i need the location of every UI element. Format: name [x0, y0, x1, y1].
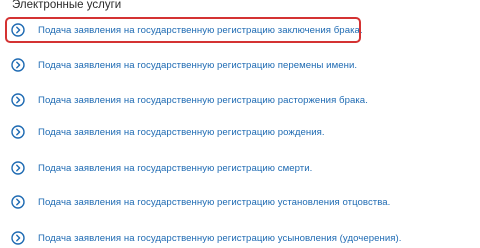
service-link-label[interactable]: Подача заявления на государственную реги… [38, 197, 390, 208]
service-link-label[interactable]: Подача заявления на государственную реги… [38, 60, 357, 71]
electronic-services-page: Электронные услуги Подача заявления на г… [0, 0, 480, 248]
service-link-label[interactable]: Подача заявления на государственную реги… [38, 25, 363, 36]
chevron-right-circle-icon [11, 58, 25, 72]
chevron-right-circle-icon [11, 195, 25, 209]
services-list: Подача заявления на государственную реги… [0, 0, 480, 248]
chevron-right-circle-icon [11, 231, 25, 245]
service-item-death-registration[interactable]: Подача заявления на государственную реги… [11, 158, 312, 178]
service-link-label[interactable]: Подача заявления на государственную реги… [38, 233, 401, 244]
service-item-divorce-registration[interactable]: Подача заявления на государственную реги… [11, 90, 368, 110]
service-item-marriage-registration[interactable]: Подача заявления на государственную реги… [11, 20, 363, 40]
service-link-label[interactable]: Подача заявления на государственную реги… [38, 95, 368, 106]
service-item-adoption-registration[interactable]: Подача заявления на государственную реги… [11, 228, 401, 248]
service-item-paternity-registration[interactable]: Подача заявления на государственную реги… [11, 192, 390, 212]
service-item-name-change-registration[interactable]: Подача заявления на государственную реги… [11, 55, 357, 75]
chevron-right-circle-icon [11, 93, 25, 107]
service-link-label[interactable]: Подача заявления на государственную реги… [38, 163, 312, 174]
chevron-right-circle-icon [11, 161, 25, 175]
service-link-label[interactable]: Подача заявления на государственную реги… [38, 127, 325, 138]
chevron-right-circle-icon [11, 125, 25, 139]
chevron-right-circle-icon [11, 23, 25, 37]
service-item-birth-registration[interactable]: Подача заявления на государственную реги… [11, 122, 325, 142]
